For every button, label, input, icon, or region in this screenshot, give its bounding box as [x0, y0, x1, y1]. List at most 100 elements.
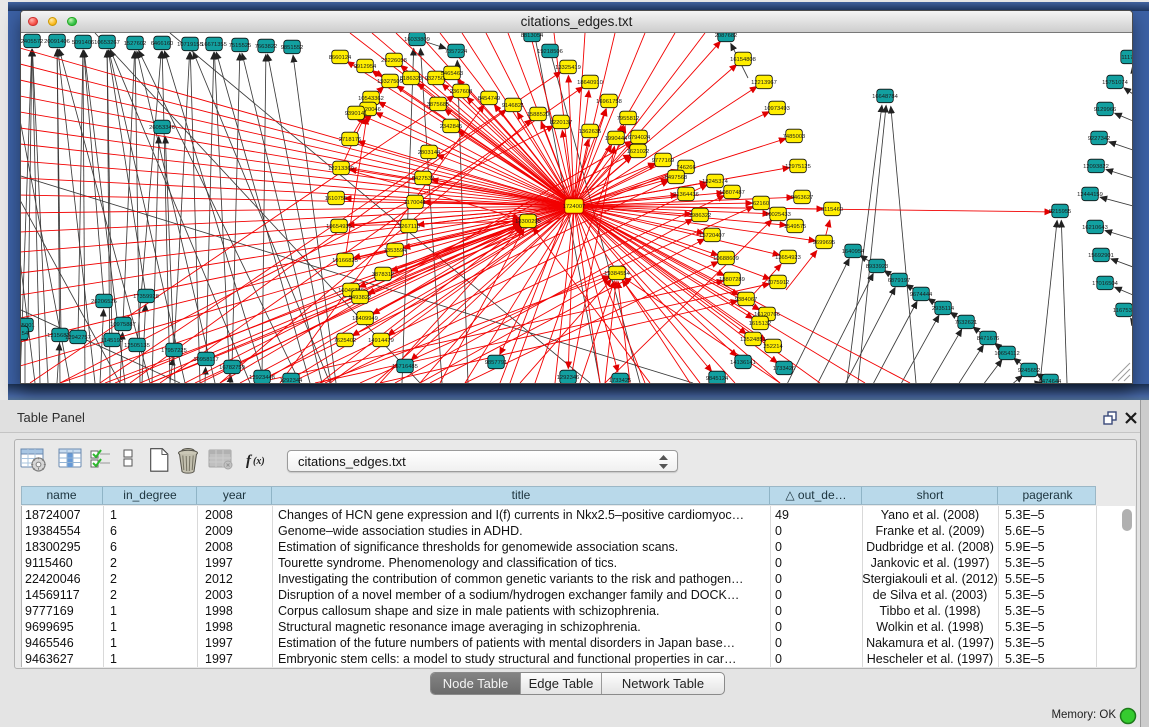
- svg-text:2367608: 2367608: [450, 89, 473, 95]
- svg-text:1990444: 1990444: [605, 136, 628, 142]
- svg-text:18245374: 18245374: [702, 179, 729, 185]
- svg-text:10973493: 10973493: [764, 106, 790, 112]
- svg-text:16033809: 16033809: [404, 37, 430, 43]
- svg-text:7485003: 7485003: [783, 134, 806, 140]
- svg-text:2803144: 2803144: [418, 150, 441, 156]
- svg-text:8660124: 8660124: [329, 55, 352, 61]
- svg-text:13654923: 13654923: [775, 255, 801, 261]
- svg-text:1610755: 1610755: [325, 196, 348, 202]
- svg-text:9129966: 9129966: [1094, 107, 1117, 113]
- svg-text:7663822: 7663822: [255, 44, 278, 50]
- svg-text:16671355: 16671355: [201, 42, 227, 48]
- svg-text:12213369: 12213369: [328, 166, 354, 172]
- svg-text:12093822: 12093822: [1083, 164, 1109, 170]
- svg-text:1292344: 1292344: [280, 378, 303, 383]
- svg-text:(x): (x): [253, 456, 265, 467]
- svg-text:2935114: 2935114: [932, 306, 955, 312]
- svg-text:6794024: 6794024: [628, 135, 651, 141]
- svg-text:9115460: 9115460: [821, 207, 843, 213]
- svg-text:f: f: [246, 453, 253, 469]
- svg-text:9146821: 9146821: [502, 103, 525, 109]
- svg-text:19384554: 19384554: [604, 271, 631, 277]
- svg-text:5091406: 5091406: [72, 40, 95, 46]
- svg-text:2718176: 2718176: [339, 137, 362, 143]
- svg-text:17957225: 17957225: [161, 348, 187, 354]
- svg-text:15720407: 15720407: [699, 233, 725, 239]
- svg-text:3267110: 3267110: [398, 224, 420, 230]
- svg-text:23226058: 23226058: [381, 58, 407, 64]
- svg-text:2405572: 2405572: [21, 39, 43, 45]
- svg-text:12444159: 12444159: [1077, 192, 1103, 198]
- svg-text:17359928: 17359928: [133, 294, 159, 300]
- svg-text:9474644: 9474644: [1039, 379, 1062, 383]
- svg-text:1549575: 1549575: [784, 224, 807, 230]
- svg-text:10688609: 10688609: [713, 256, 739, 262]
- svg-text:10719155: 10719155: [177, 42, 203, 48]
- svg-text:1353594: 1353594: [384, 248, 407, 254]
- svg-text:62160: 62160: [753, 201, 769, 207]
- svg-text:6879197: 6879197: [888, 278, 911, 284]
- svg-text:9912954: 9912954: [354, 64, 377, 70]
- svg-text:8186328: 8186328: [400, 76, 423, 82]
- svg-text:19654935: 19654935: [326, 224, 352, 230]
- svg-text:18300295: 18300295: [515, 219, 541, 225]
- svg-text:252214: 252214: [763, 344, 783, 350]
- svg-text:9463627: 9463627: [791, 195, 814, 201]
- svg-text:16782759: 16782759: [219, 365, 245, 371]
- svg-text:26053346: 26053346: [149, 125, 175, 131]
- svg-text:12505135: 12505135: [124, 343, 150, 349]
- svg-text:5493822: 5493822: [349, 295, 372, 301]
- svg-text:15692901: 15692901: [1088, 253, 1114, 259]
- svg-text:5465463: 5465463: [441, 71, 464, 77]
- svg-text:1362635: 1362635: [579, 129, 602, 135]
- svg-text:14914479: 14914479: [368, 338, 394, 344]
- svg-text:6466160: 6466160: [151, 41, 174, 47]
- svg-text:14136141: 14136141: [730, 360, 756, 366]
- svg-text:9699695: 9699695: [813, 240, 836, 246]
- svg-text:10975887: 10975887: [110, 322, 136, 328]
- svg-text:9427532: 9427532: [412, 176, 435, 182]
- svg-text:8454749: 8454749: [478, 96, 501, 102]
- svg-text:10025433: 10025433: [765, 212, 791, 218]
- svg-text:16648784: 16648784: [872, 94, 899, 100]
- svg-text:9245652: 9245652: [1018, 368, 1041, 374]
- svg-text:3878312: 3878312: [372, 272, 395, 278]
- svg-text:6497568: 6497568: [665, 175, 688, 181]
- svg-text:8220137: 8220137: [550, 120, 573, 126]
- svg-text:9384067: 9384067: [735, 297, 758, 303]
- svg-text:17016504: 17016504: [1092, 281, 1119, 287]
- svg-text:11173: 11173: [1121, 55, 1132, 61]
- svg-text:1640954: 1640954: [842, 249, 865, 255]
- svg-text:16154808: 16154808: [730, 57, 756, 63]
- svg-text:13524851: 13524851: [740, 337, 766, 343]
- svg-text:7986322: 7986322: [689, 213, 712, 219]
- svg-text:9390141: 9390141: [345, 111, 368, 117]
- svg-text:1145193: 1145193: [101, 338, 123, 344]
- svg-text:15751074: 15751074: [1102, 80, 1129, 86]
- svg-text:9857791: 9857791: [485, 360, 508, 366]
- svg-text:18640910: 18640910: [577, 80, 603, 86]
- svg-text:1724007: 1724007: [563, 204, 586, 210]
- svg-text:1527602: 1527602: [124, 41, 147, 47]
- svg-text:13325419: 13325419: [555, 65, 581, 71]
- svg-text:16210643: 16210643: [1082, 225, 1108, 231]
- svg-text:10654112: 10654112: [994, 351, 1019, 357]
- svg-text:1733425: 1733425: [609, 378, 632, 383]
- svg-text:7955812: 7955812: [617, 116, 640, 122]
- svg-text:10958117: 10958117: [193, 357, 218, 363]
- svg-text:15716485: 15716485: [392, 364, 418, 370]
- svg-text:12975125: 12975125: [785, 164, 811, 170]
- svg-text:12942757: 12942757: [65, 335, 91, 341]
- svg-text:12923448: 12923448: [249, 375, 275, 381]
- svg-text:2342845: 2342845: [440, 124, 463, 130]
- svg-text:8813054: 8813054: [521, 33, 544, 39]
- svg-text:1615132: 1615132: [749, 321, 772, 327]
- svg-text:20091406: 20091406: [44, 39, 70, 45]
- svg-text:7625402: 7625402: [334, 338, 357, 344]
- svg-text:16961758: 16961758: [596, 99, 622, 105]
- svg-text:1621022: 1621022: [627, 149, 650, 155]
- svg-text:8471676: 8471676: [977, 336, 1000, 342]
- svg-text:19218506: 19218506: [537, 49, 563, 55]
- svg-text:9674444: 9674444: [910, 292, 933, 298]
- svg-text:21364436: 21364436: [673, 192, 699, 198]
